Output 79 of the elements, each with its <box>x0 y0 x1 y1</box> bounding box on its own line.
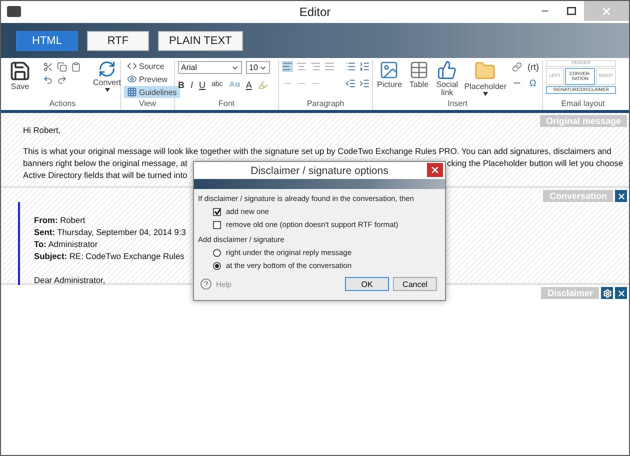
convert-button[interactable]: Convert <box>92 60 122 92</box>
save-button[interactable]: Save <box>8 60 32 92</box>
italic-button[interactable]: I <box>190 80 194 90</box>
radio-button[interactable] <box>213 262 221 270</box>
indent-icon[interactable] <box>359 78 370 89</box>
align-center-icon[interactable] <box>296 61 307 72</box>
format-tab[interactable]: RTF <box>87 30 149 50</box>
insert-button[interactable]: Placeholder <box>463 60 508 96</box>
insert-button[interactable]: Social link <box>435 60 460 98</box>
numbered-list-icon[interactable] <box>359 61 370 72</box>
message-text: cking the Placeholder button will let you choose <box>447 157 623 169</box>
message-text: This is what your original message will look like together with the signature set up by CodeTwo Exchange Rules PRO. You can add signatures, disclaimers and <box>23 145 612 157</box>
symbol-button[interactable]: Ω <box>530 78 536 88</box>
close-section-button[interactable] <box>615 287 627 299</box>
help-icon[interactable] <box>200 278 212 290</box>
format-tab[interactable]: PLAIN TEXT <box>158 30 243 50</box>
dialog-title: Disclaimer / signature options <box>250 164 388 176</box>
thumbs-up-icon[interactable] <box>437 60 458 80</box>
link-icon[interactable] <box>512 62 522 72</box>
view-button[interactable]: Guidelines <box>124 86 180 98</box>
group-label: View <box>138 99 158 110</box>
insert-button[interactable]: Picture <box>376 60 403 90</box>
align-left-button[interactable] <box>282 61 293 72</box>
caret-icon <box>482 92 488 96</box>
header-line: Subject: RE: CodeTwo Exchange Rules <box>34 250 184 262</box>
insert-button[interactable]: Table <box>406 60 432 90</box>
code-icon[interactable] <box>127 61 137 71</box>
redo-icon[interactable] <box>57 75 67 85</box>
table-icon[interactable] <box>408 60 429 80</box>
checkbox[interactable] <box>213 220 221 228</box>
group-label: Insert <box>446 99 468 110</box>
close-icon <box>616 192 626 200</box>
rtl-button[interactable]: (rt) <box>528 62 539 72</box>
close-icon <box>430 165 440 175</box>
bold-button[interactable]: B <box>178 80 184 90</box>
greeting-text: Dear Administrator, <box>34 274 106 286</box>
close-icon <box>601 6 612 16</box>
maximize-icon <box>566 7 576 15</box>
cut-icon[interactable] <box>43 62 53 72</box>
paste-icon[interactable] <box>71 62 81 72</box>
undo-icon[interactable] <box>43 75 53 85</box>
window-title: Editor <box>299 5 331 19</box>
format-tab[interactable]: HTML <box>16 30 78 50</box>
refresh-icon <box>98 60 116 78</box>
group-label: Font <box>217 99 236 110</box>
radio-button[interactable] <box>213 248 221 256</box>
font-family-select[interactable]: Arial <box>178 61 242 74</box>
dialog-button[interactable]: Cancel <box>393 277 437 291</box>
close-icon <box>616 288 626 298</box>
group-label: Paragraph <box>306 99 346 110</box>
greeting-text: Hi Robert, <box>23 124 61 136</box>
preview-icon[interactable] <box>127 74 137 84</box>
header-line: Sent: Thursday, September 04, 2014 9:3 <box>34 226 186 238</box>
grid-icon[interactable] <box>127 87 137 97</box>
font-size-select[interactable]: 10 <box>246 61 270 74</box>
view-button[interactable]: Preview <box>124 73 180 85</box>
highlighter-icon[interactable] <box>258 80 268 90</box>
close-section-button[interactable] <box>615 190 627 202</box>
close-button[interactable] <box>427 163 443 177</box>
message-text: Active Directory fields that will be turned into <box>23 169 188 181</box>
header-line: To: Administrator <box>34 238 98 250</box>
checkbox[interactable] <box>213 208 221 216</box>
group-label: Email layout <box>560 99 606 110</box>
group-label: Actions <box>48 99 77 110</box>
picture-icon[interactable] <box>379 60 400 80</box>
app-icon <box>7 6 21 17</box>
caret-icon <box>104 88 110 92</box>
header-line: From: Robert <box>34 214 86 226</box>
justify-icon[interactable] <box>324 61 335 72</box>
dialog-button[interactable]: OK <box>345 277 389 291</box>
copy-icon[interactable] <box>57 62 67 72</box>
view-button[interactable]: Source <box>124 60 180 72</box>
outdent-icon[interactable] <box>345 78 356 89</box>
align-right-icon[interactable] <box>310 61 321 72</box>
settings-button[interactable] <box>601 287 613 299</box>
gear-icon <box>602 288 612 298</box>
font-color-button[interactable]: A <box>246 80 252 90</box>
message-text: banners right below the original message, at <box>23 157 188 169</box>
underline-button[interactable]: U <box>199 80 206 90</box>
